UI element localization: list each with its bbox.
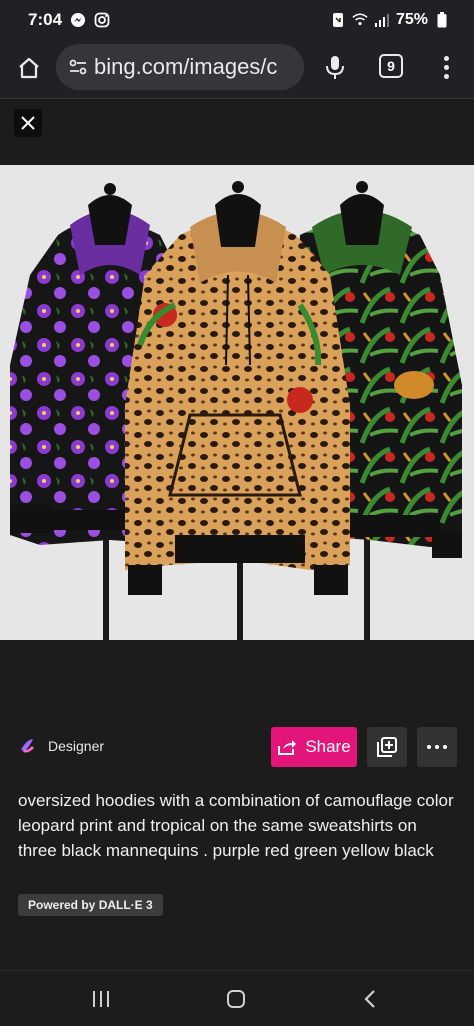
browser-toolbar: bing.com/images/c 9 <box>0 40 474 98</box>
designer-label: Designer <box>48 738 105 754</box>
mic-icon[interactable] <box>320 52 350 82</box>
messenger-icon <box>70 12 86 28</box>
back-icon[interactable] <box>362 989 378 1009</box>
home-icon[interactable] <box>14 53 44 83</box>
share-button[interactable]: Share <box>271 727 357 767</box>
viewer-top-bar <box>0 99 474 165</box>
signal-icon <box>374 12 390 28</box>
collection-add-icon[interactable] <box>367 727 407 767</box>
generated-image[interactable] <box>0 165 474 640</box>
address-bar[interactable]: bing.com/images/c <box>56 44 304 90</box>
image-details: Designer Share oversized hoodies with a … <box>0 640 474 970</box>
home-nav-icon[interactable] <box>227 990 245 1008</box>
status-time: 7:04 <box>28 10 63 29</box>
instagram-icon <box>94 12 110 28</box>
status-bar: 7:04 75% <box>0 0 474 40</box>
close-icon[interactable] <box>14 109 42 137</box>
share-icon <box>278 740 297 755</box>
designer-logo-icon <box>21 739 34 753</box>
url-text[interactable]: bing.com/images/c <box>94 54 277 80</box>
tune-icon[interactable] <box>66 55 90 79</box>
nfc-icon <box>330 12 346 28</box>
tabs-icon[interactable]: 9 <box>379 54 403 78</box>
battery-icon <box>434 12 450 28</box>
menu-icon[interactable] <box>434 52 458 82</box>
system-nav-bar <box>0 970 474 1026</box>
recents-icon[interactable] <box>93 991 113 1007</box>
share-label: Share <box>305 737 351 756</box>
designer-source[interactable]: Designer <box>18 736 104 756</box>
more-icon[interactable] <box>417 727 457 767</box>
battery-percent: 75% <box>395 11 428 28</box>
image-caption: oversized hoodies with a combination of … <box>18 791 454 860</box>
wifi-icon <box>352 12 368 28</box>
powered-by-badge: Powered by DALL·E 3 <box>18 894 163 916</box>
